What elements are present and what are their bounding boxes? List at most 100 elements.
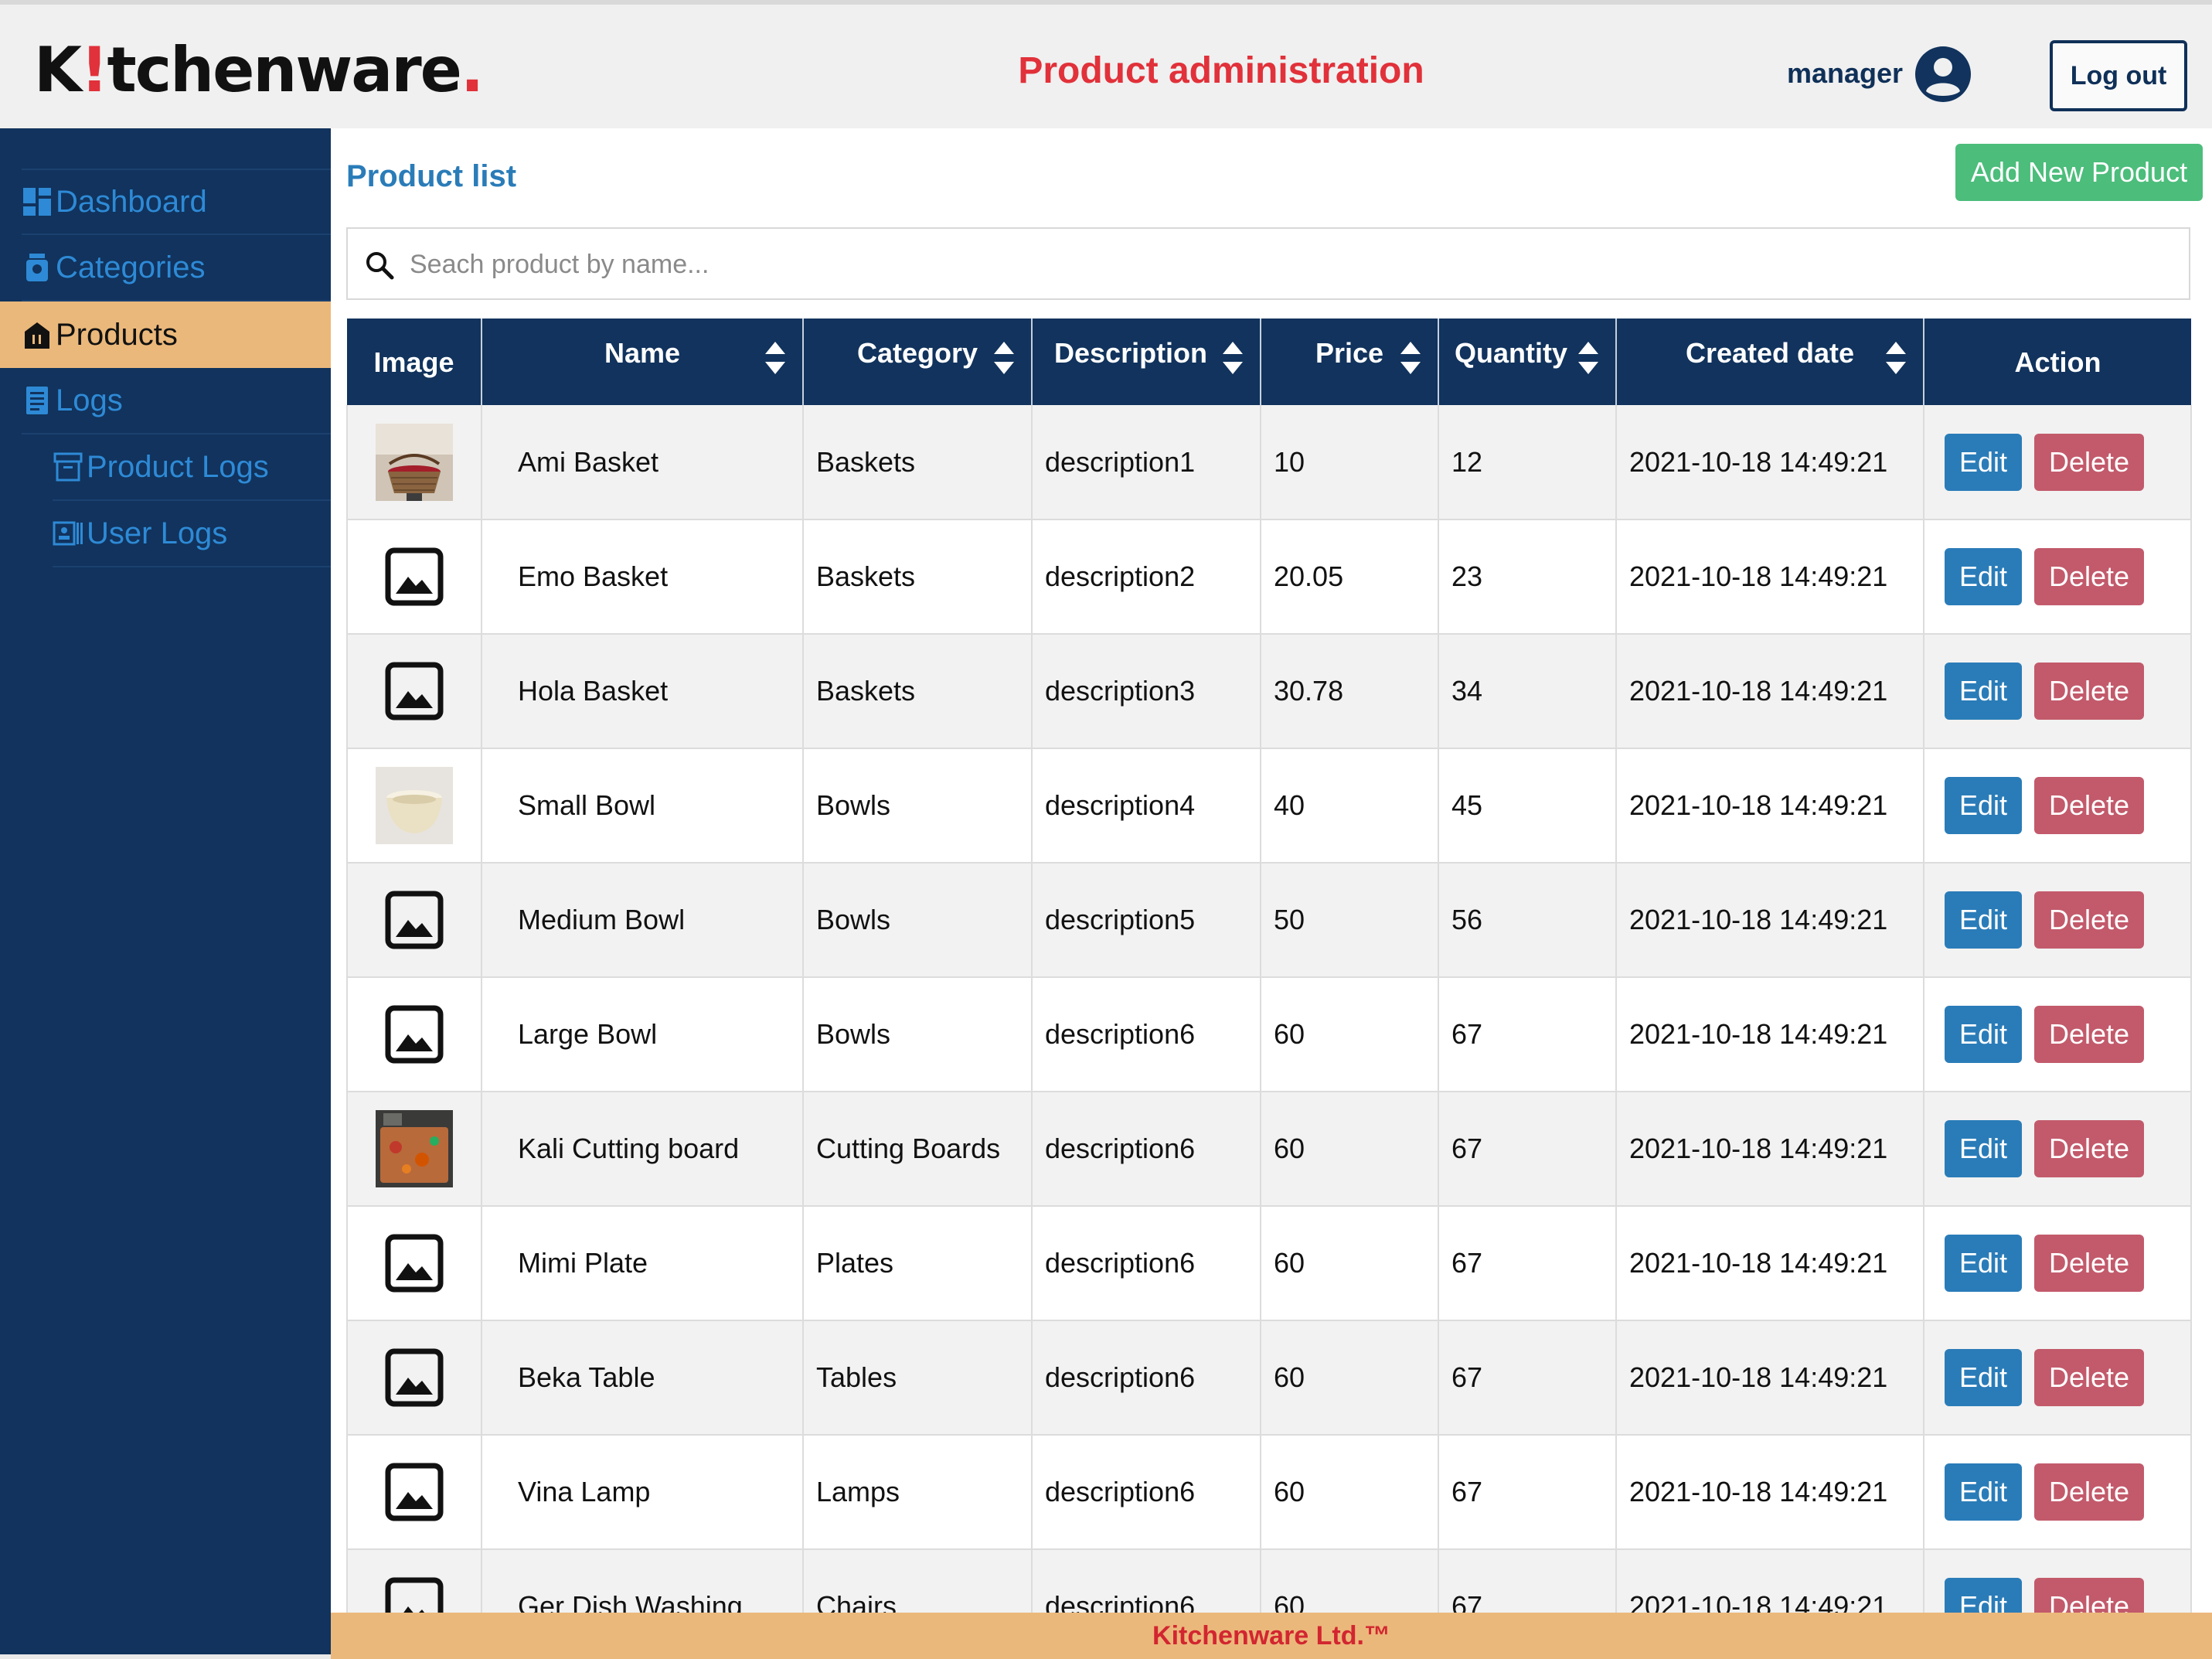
sort-icon[interactable] bbox=[764, 340, 787, 376]
column-label: Name bbox=[604, 337, 681, 369]
product-table: Image Name Category Description Price Qu… bbox=[346, 319, 2192, 1659]
sort-icon[interactable] bbox=[1577, 340, 1600, 376]
sort-icon[interactable] bbox=[1884, 340, 1907, 376]
edit-button[interactable]: Edit bbox=[1945, 1120, 2022, 1177]
product-name: Kali Cutting board bbox=[482, 1092, 804, 1207]
image-placeholder-icon bbox=[385, 1348, 444, 1407]
product-created-date: 2021-10-18 14:49:21 bbox=[1616, 748, 1924, 864]
product-description: description5 bbox=[1032, 863, 1261, 978]
table-row: Emo Basket Baskets description2 20.05 23 2021… bbox=[346, 520, 2192, 635]
sidebar-item-label: Products bbox=[56, 317, 178, 352]
table-row: Kali Cutting board Cutting Boards descript… bbox=[346, 1092, 2192, 1207]
sidebar-item-product-logs[interactable]: Product Logs bbox=[53, 434, 331, 501]
product-name: Small Bowl bbox=[482, 748, 804, 864]
main-content: Product list Add New Product Image Name … bbox=[331, 128, 2212, 1659]
search-icon bbox=[366, 252, 394, 280]
sort-icon[interactable] bbox=[1221, 340, 1244, 376]
product-price: 60 bbox=[1261, 1092, 1439, 1207]
delete-button[interactable]: Delete bbox=[2034, 663, 2144, 720]
sidebar-item-categories[interactable]: Categories bbox=[22, 235, 331, 301]
product-quantity: 67 bbox=[1438, 1092, 1617, 1207]
product-description: description6 bbox=[1032, 1092, 1261, 1207]
product-image-cell bbox=[346, 863, 482, 978]
add-new-product-button[interactable]: Add New Product bbox=[1955, 144, 2203, 201]
product-created-date: 2021-10-18 14:49:21 bbox=[1616, 1092, 1924, 1207]
user-avatar-icon[interactable] bbox=[1914, 45, 1972, 104]
table-header-row: Image Name Category Description Price Qu… bbox=[347, 319, 2191, 405]
product-quantity: 67 bbox=[1438, 1206, 1617, 1321]
edit-button[interactable]: Edit bbox=[1945, 663, 2022, 720]
product-created-date: 2021-10-18 14:49:21 bbox=[1616, 1435, 1924, 1550]
image-placeholder-icon bbox=[385, 1005, 444, 1064]
product-created-date: 2021-10-18 14:49:21 bbox=[1616, 1320, 1924, 1436]
logout-button[interactable]: Log out bbox=[2050, 40, 2187, 111]
delete-button[interactable]: Delete bbox=[2034, 433, 2144, 491]
delete-button[interactable]: Delete bbox=[2034, 891, 2144, 949]
column-header-category[interactable]: Category bbox=[803, 319, 1033, 405]
product-category: Plates bbox=[803, 1206, 1033, 1321]
edit-button[interactable]: Edit bbox=[1945, 1349, 2022, 1406]
sidebar-item-dashboard[interactable]: Dashboard bbox=[22, 169, 331, 235]
sort-icon[interactable] bbox=[992, 340, 1016, 376]
table-row: Ami Basket Baskets description1 10 12 2021-10… bbox=[346, 405, 2192, 520]
kitchenware-logo[interactable]: K!tchenware. bbox=[34, 34, 484, 106]
products-icon bbox=[25, 322, 49, 349]
product-category: Baskets bbox=[803, 634, 1033, 749]
product-quantity: 23 bbox=[1438, 520, 1617, 635]
product-description: description6 bbox=[1032, 1206, 1261, 1321]
column-header-name[interactable]: Name bbox=[482, 319, 804, 405]
edit-button[interactable]: Edit bbox=[1945, 777, 2022, 834]
column-header-created-date[interactable]: Created date bbox=[1616, 319, 1924, 405]
product-image-cell bbox=[346, 1320, 482, 1436]
product-image-cell bbox=[346, 977, 482, 1092]
product-price: 10 bbox=[1261, 405, 1439, 520]
product-created-date: 2021-10-18 14:49:21 bbox=[1616, 1206, 1924, 1321]
product-actions: Edit Delete bbox=[1924, 1435, 2192, 1550]
delete-button[interactable]: Delete bbox=[2034, 1006, 2144, 1063]
product-price: 50 bbox=[1261, 863, 1439, 978]
product-price: 20.05 bbox=[1261, 520, 1439, 635]
product-quantity: 67 bbox=[1438, 977, 1617, 1092]
edit-button[interactable]: Edit bbox=[1945, 548, 2022, 605]
product-price: 60 bbox=[1261, 1206, 1439, 1321]
product-price: 60 bbox=[1261, 1435, 1439, 1550]
product-category: Lamps bbox=[803, 1435, 1033, 1550]
edit-button[interactable]: Edit bbox=[1945, 891, 2022, 949]
product-created-date: 2021-10-18 14:49:21 bbox=[1616, 977, 1924, 1092]
table-row: Hola Basket Baskets description3 30.78 34 202… bbox=[346, 634, 2192, 749]
product-image-cell bbox=[346, 1092, 482, 1207]
sidebar-item-label: Categories bbox=[56, 250, 206, 284]
column-label: Created date bbox=[1685, 337, 1855, 369]
column-header-price[interactable]: Price bbox=[1261, 319, 1439, 405]
search-input[interactable] bbox=[410, 241, 2172, 288]
edit-button[interactable]: Edit bbox=[1945, 1235, 2022, 1292]
edit-button[interactable]: Edit bbox=[1945, 1006, 2022, 1063]
image-placeholder-icon bbox=[385, 891, 444, 949]
delete-button[interactable]: Delete bbox=[2034, 1349, 2144, 1406]
search-bar bbox=[346, 227, 2190, 300]
product-name: Large Bowl bbox=[482, 977, 804, 1092]
delete-button[interactable]: Delete bbox=[2034, 1235, 2144, 1292]
product-quantity: 34 bbox=[1438, 634, 1617, 749]
column-header-description[interactable]: Description bbox=[1032, 319, 1261, 405]
delete-button[interactable]: Delete bbox=[2034, 1120, 2144, 1177]
delete-button[interactable]: Delete bbox=[2034, 548, 2144, 605]
product-name: Beka Table bbox=[482, 1320, 804, 1436]
delete-button[interactable]: Delete bbox=[2034, 777, 2144, 834]
product-image-cell bbox=[346, 520, 482, 635]
product-image-cell bbox=[346, 1435, 482, 1550]
edit-button[interactable]: Edit bbox=[1945, 1463, 2022, 1521]
product-photo-cutting-board bbox=[376, 1110, 453, 1187]
product-description: description6 bbox=[1032, 1320, 1261, 1436]
product-created-date: 2021-10-18 14:49:21 bbox=[1616, 634, 1924, 749]
column-header-quantity[interactable]: Quantity bbox=[1438, 319, 1617, 405]
sidebar: Dashboard Categories Products Logs Produ… bbox=[0, 128, 331, 1659]
table-row: Mimi Plate Plates description6 60 67 2021-10-… bbox=[346, 1206, 2192, 1321]
sidebar-item-products[interactable]: Products bbox=[0, 301, 331, 368]
delete-button[interactable]: Delete bbox=[2034, 1463, 2144, 1521]
edit-button[interactable]: Edit bbox=[1945, 433, 2022, 491]
sort-icon[interactable] bbox=[1399, 340, 1422, 376]
product-category: Baskets bbox=[803, 520, 1033, 635]
sidebar-item-user-logs[interactable]: User Logs bbox=[53, 501, 331, 567]
sidebar-item-logs[interactable]: Logs bbox=[22, 368, 331, 434]
